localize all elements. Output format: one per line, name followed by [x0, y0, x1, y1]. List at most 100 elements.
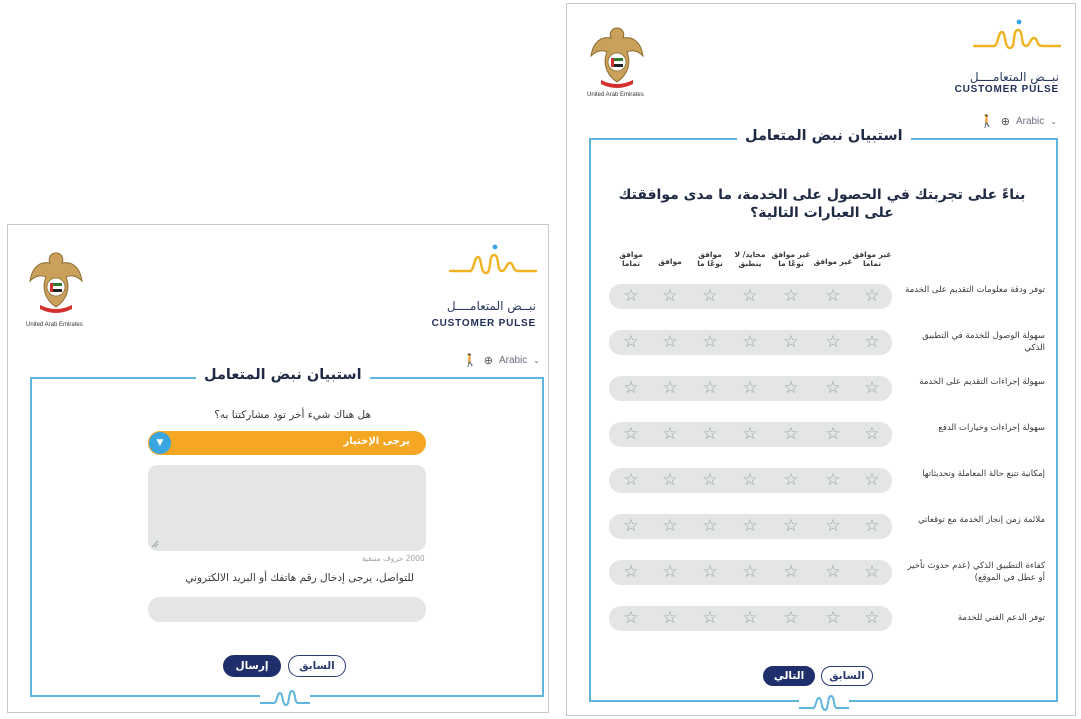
survey-title: استبيان نبض المتعامل: [737, 128, 911, 144]
language-bar: 🚶 ⊕ Arabic ⌄: [980, 114, 1057, 128]
star-icon[interactable]: ☆: [782, 609, 800, 627]
star-icon[interactable]: ☆: [863, 609, 881, 627]
next-button[interactable]: التالي: [763, 666, 815, 686]
star-icon[interactable]: ☆: [863, 379, 881, 397]
star-icon[interactable]: ☆: [622, 471, 640, 489]
column-header: موافق نوعًا ما: [697, 250, 723, 268]
star-icon[interactable]: ☆: [701, 471, 719, 489]
accessibility-icon[interactable]: 🚶: [463, 353, 478, 367]
rating-row: ☆ ☆ ☆ ☆ ☆ ☆ ☆: [609, 606, 892, 631]
star-icon[interactable]: ☆: [661, 425, 679, 443]
rating-row-label: ملائمة زمن إنجاز الخدمة مع توقعاتي: [917, 515, 1045, 525]
survey-title: استبيان نبض المتعامل: [196, 367, 370, 383]
star-icon[interactable]: ☆: [701, 609, 719, 627]
star-icon[interactable]: ☆: [661, 517, 679, 535]
rating-row: ☆ ☆ ☆ ☆ ☆ ☆ ☆: [609, 284, 892, 309]
previous-button[interactable]: السابق: [821, 666, 873, 686]
star-icon[interactable]: ☆: [782, 425, 800, 443]
survey-panel-rating-step: United Arab Emirates نبــض المتعامــــل …: [566, 3, 1076, 716]
language-selector[interactable]: Arabic: [499, 355, 527, 366]
pulse-wave-icon: [260, 687, 310, 709]
star-icon[interactable]: ☆: [741, 287, 759, 305]
star-icon[interactable]: ☆: [863, 333, 881, 351]
star-icon[interactable]: ☆: [622, 379, 640, 397]
rating-row-label: سهولة الوصول للخدمة في التطبيق الذكي: [922, 331, 1045, 353]
star-icon[interactable]: ☆: [661, 379, 679, 397]
star-icon[interactable]: ☆: [741, 609, 759, 627]
star-icon[interactable]: ☆: [741, 563, 759, 581]
rating-question: بناءً على تجربتك في الحصول على الخدمة، م…: [618, 187, 1026, 221]
uae-emblem-icon: [590, 27, 644, 88]
star-icon[interactable]: ☆: [741, 333, 759, 351]
star-icon[interactable]: ☆: [701, 563, 719, 581]
dropdown-toggle-icon[interactable]: ▼: [149, 432, 171, 454]
character-counter: 2000 حروف متبقية: [362, 554, 425, 563]
star-icon[interactable]: ☆: [661, 471, 679, 489]
star-icon[interactable]: ☆: [824, 333, 842, 351]
star-icon[interactable]: ☆: [863, 471, 881, 489]
star-icon[interactable]: ☆: [741, 379, 759, 397]
star-icon[interactable]: ☆: [661, 333, 679, 351]
star-icon[interactable]: ☆: [741, 517, 759, 535]
language-selector[interactable]: Arabic: [1016, 116, 1044, 127]
star-icon[interactable]: ☆: [782, 563, 800, 581]
star-icon[interactable]: ☆: [824, 379, 842, 397]
star-icon[interactable]: ☆: [622, 287, 640, 305]
star-icon[interactable]: ☆: [782, 333, 800, 351]
star-icon[interactable]: ☆: [824, 471, 842, 489]
contact-input[interactable]: [148, 597, 426, 622]
star-icon[interactable]: ☆: [622, 333, 640, 351]
star-icon[interactable]: ☆: [824, 609, 842, 627]
star-icon[interactable]: ☆: [863, 517, 881, 535]
star-icon[interactable]: ☆: [782, 471, 800, 489]
star-icon[interactable]: ☆: [782, 517, 800, 535]
star-icon[interactable]: ☆: [863, 425, 881, 443]
logo-arabic-text: نبــض المتعامــــل: [969, 70, 1059, 84]
rating-row: ☆ ☆ ☆ ☆ ☆ ☆ ☆: [609, 330, 892, 355]
rating-row: ☆ ☆ ☆ ☆ ☆ ☆ ☆: [609, 514, 892, 539]
star-icon[interactable]: ☆: [741, 425, 759, 443]
star-icon[interactable]: ☆: [863, 563, 881, 581]
star-icon[interactable]: ☆: [661, 287, 679, 305]
submit-button[interactable]: إرسال: [223, 655, 281, 677]
star-icon[interactable]: ☆: [622, 609, 640, 627]
star-icon[interactable]: ☆: [824, 287, 842, 305]
star-icon[interactable]: ☆: [701, 379, 719, 397]
star-icon[interactable]: ☆: [782, 287, 800, 305]
star-icon[interactable]: ☆: [741, 471, 759, 489]
rating-row: ☆ ☆ ☆ ☆ ☆ ☆ ☆: [609, 422, 892, 447]
customer-pulse-logo-icon: [972, 19, 1062, 50]
logo-english-text: CUSTOMER PULSE: [954, 84, 1059, 95]
globe-icon: ⊕: [483, 354, 493, 367]
star-icon[interactable]: ☆: [622, 563, 640, 581]
rating-row-label: كفاءة التطبيق الذكي (عدم حدوث تأخير أو ع…: [907, 561, 1045, 583]
emblem-caption: United Arab Emirates: [26, 322, 83, 328]
star-icon[interactable]: ☆: [824, 425, 842, 443]
star-icon[interactable]: ☆: [701, 517, 719, 535]
star-icon[interactable]: ☆: [622, 517, 640, 535]
star-icon[interactable]: ☆: [661, 563, 679, 581]
chevron-down-icon[interactable]: ⌄: [533, 356, 540, 365]
star-icon[interactable]: ☆: [824, 517, 842, 535]
resize-handle-icon[interactable]: [151, 540, 159, 548]
other-feedback-question: هل هناك شيء أخر تود مشاركتنا به؟: [214, 409, 371, 421]
language-bar: 🚶 ⊕ Arabic ⌄: [463, 353, 540, 367]
star-icon[interactable]: ☆: [782, 379, 800, 397]
choice-dropdown[interactable]: ▼ يرجى الإختيار: [148, 431, 426, 455]
feedback-textarea[interactable]: [148, 465, 426, 551]
column-header: غير موافق نوعًا ما: [771, 250, 811, 268]
star-icon[interactable]: ☆: [661, 609, 679, 627]
star-icon[interactable]: ☆: [824, 563, 842, 581]
star-icon[interactable]: ☆: [863, 287, 881, 305]
contact-label: للتواصل، يرجى إدخال رقم هاتفك أو البريد …: [185, 572, 414, 584]
rating-row-label: توفر ودقة معلومات التقديم على الخدمة: [905, 285, 1045, 295]
star-icon[interactable]: ☆: [701, 425, 719, 443]
previous-button[interactable]: السابق: [288, 655, 346, 677]
star-icon[interactable]: ☆: [701, 287, 719, 305]
accessibility-icon[interactable]: 🚶: [980, 114, 995, 128]
chevron-down-icon[interactable]: ⌄: [1050, 117, 1057, 126]
star-icon[interactable]: ☆: [622, 425, 640, 443]
rating-row: ☆ ☆ ☆ ☆ ☆ ☆ ☆: [609, 560, 892, 585]
star-icon[interactable]: ☆: [701, 333, 719, 351]
column-header: غير موافق تماما: [852, 250, 892, 268]
